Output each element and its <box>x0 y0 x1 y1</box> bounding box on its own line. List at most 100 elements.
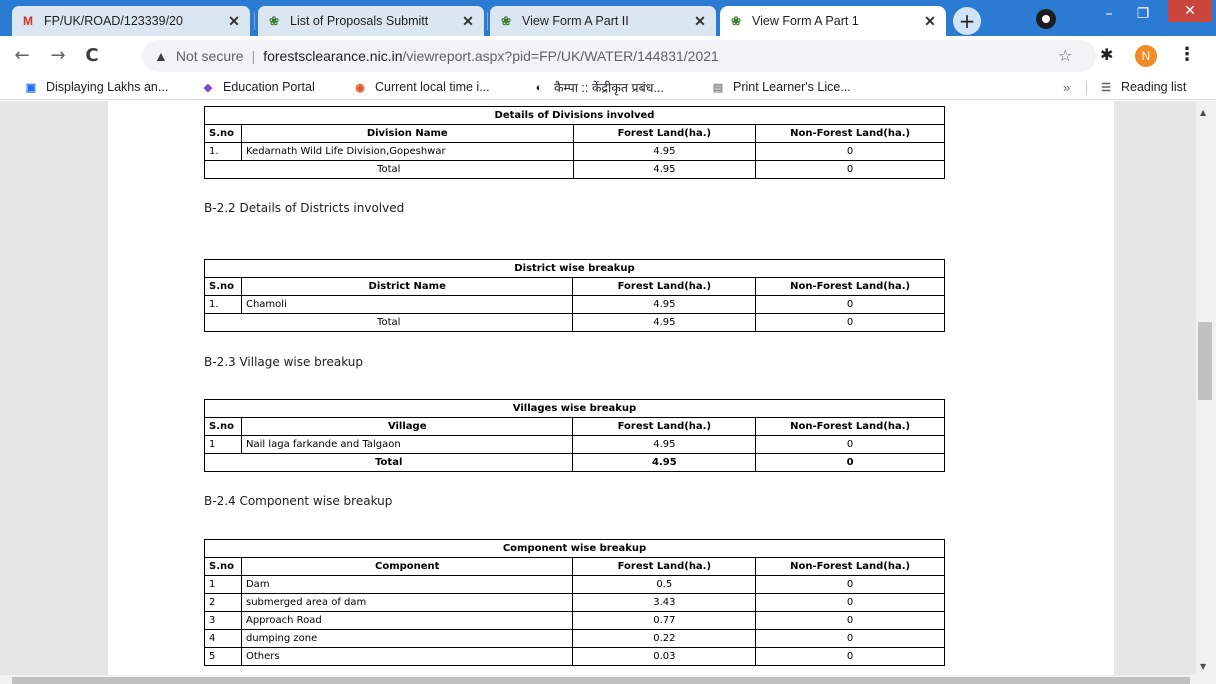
slides-icon: ▣ <box>25 81 37 94</box>
tab-search-icon[interactable] <box>1036 9 1056 29</box>
divisions-table: Details of Divisions involved S.no Divis… <box>204 106 945 179</box>
total-forest-land: 4.95 <box>572 313 757 332</box>
column-header: S.no <box>204 557 242 576</box>
bookmarks-bar: ▣ Displaying Lakhs an... ◆ Education Por… <box>0 76 1216 100</box>
non-forest-land-cell: 0 <box>755 575 945 594</box>
total-label: Total <box>203 313 574 332</box>
sno-cell: 1 <box>204 575 242 594</box>
tab-title: View Form A Part 1 <box>752 14 859 28</box>
column-header: Component <box>240 557 574 576</box>
new-tab-button[interactable]: + <box>953 7 981 35</box>
url-host: forestsclearance.nic.in <box>263 48 403 64</box>
column-header: District Name <box>240 277 574 296</box>
security-label[interactable]: Not secure <box>176 48 244 64</box>
total-row: Total 4.95 0 <box>203 313 945 332</box>
table-caption: Component wise breakup <box>204 539 945 558</box>
bookmark-item[interactable]: ◉ Current local time i... <box>352 79 490 95</box>
table-caption: Villages wise breakup <box>204 399 945 418</box>
column-header: Non-Forest Land(ha.) <box>755 124 945 143</box>
close-icon[interactable]: ✕ <box>460 13 476 30</box>
table-row: 1. Kedarnath Wild Life Division,Gopeshwa… <box>204 142 945 161</box>
total-forest-land: 4.95 <box>572 453 757 472</box>
column-header: Forest Land(ha.) <box>572 417 757 436</box>
forest-icon: ❀ <box>500 14 512 28</box>
tab-proposals[interactable]: ❀ List of Proposals Submitt ✕ <box>258 6 484 36</box>
bookmark-star-icon[interactable]: ☆ <box>1058 46 1072 65</box>
forest-land-cell: 3.43 <box>572 593 757 612</box>
address-bar[interactable]: ▲ Not secure | forestsclearance.nic.in/v… <box>142 40 1096 72</box>
table-caption: District wise breakup <box>204 259 945 278</box>
sno-cell: 4 <box>204 629 242 648</box>
non-forest-land-cell: 0 <box>755 611 945 630</box>
name-cell: Nail laga farkande and Talgaon <box>240 435 574 454</box>
browser-toolbar: ← → C ▲ Not secure | forestsclearance.ni… <box>0 36 1216 76</box>
bookmarks-overflow-icon[interactable]: » <box>1063 80 1070 95</box>
forest-icon: ❀ <box>730 14 742 28</box>
window-close-button[interactable]: ✕ <box>1168 0 1212 22</box>
sno-cell: 3 <box>204 611 242 630</box>
bookmark-label: Current local time i... <box>375 80 490 94</box>
name-cell: dumping zone <box>240 629 574 648</box>
minimize-button[interactable]: – <box>1094 4 1124 24</box>
name-cell: Approach Road <box>240 611 574 630</box>
districts-table: District wise breakup S.no District Name… <box>203 259 945 332</box>
close-icon[interactable]: ✕ <box>922 13 938 30</box>
sno-cell: 1. <box>204 142 242 161</box>
bookmark-label: कैम्पा :: केंद्रीकृत प्रबंध... <box>554 81 664 95</box>
bookmark-item[interactable]: ◆ Education Portal <box>200 79 315 95</box>
reading-list-icon: ☰ <box>1101 81 1111 94</box>
sno-cell: 1 <box>204 435 242 454</box>
education-icon: ◆ <box>203 81 213 94</box>
reload-icon[interactable]: C <box>80 44 104 68</box>
forest-land-cell: 0.77 <box>572 611 757 630</box>
tab-title: FP/UK/ROAD/123339/20 <box>44 14 183 28</box>
forest-land-cell: 4.95 <box>572 295 757 314</box>
license-icon: ▤ <box>712 81 724 94</box>
non-forest-land-cell: 0 <box>755 142 945 161</box>
section-heading: B-2.3 Village wise breakup <box>204 355 363 369</box>
total-non-forest-land: 0 <box>755 160 945 179</box>
non-forest-land-cell: 0 <box>755 647 945 666</box>
scroll-down-arrow-icon[interactable]: ▼ <box>1200 662 1206 671</box>
extensions-puzzle-icon[interactable]: ✱ <box>1100 45 1113 64</box>
forward-arrow-icon[interactable]: → <box>46 44 70 68</box>
forest-land-cell: 4.95 <box>572 142 757 161</box>
table-caption: Details of Divisions involved <box>204 106 945 125</box>
column-header: S.no <box>204 417 242 436</box>
close-icon[interactable]: ✕ <box>226 13 242 30</box>
forest-land-cell: 0.5 <box>572 575 757 594</box>
tab-title: List of Proposals Submitt <box>290 14 429 28</box>
bookmark-item[interactable]: ▣ Displaying Lakhs an... <box>23 79 169 95</box>
warning-icon[interactable]: ▲ <box>154 48 168 64</box>
name-cell: Dam <box>240 575 574 594</box>
name-cell: Chamoli <box>240 295 574 314</box>
column-header: Forest Land(ha.) <box>572 557 757 576</box>
reading-list-label: Reading list <box>1121 80 1187 94</box>
sno-cell: 2 <box>204 593 242 612</box>
total-label: Total <box>204 160 574 179</box>
table-row: 2 submerged area of dam 3.43 0 <box>204 593 945 612</box>
tab-gmail[interactable]: M FP/UK/ROAD/123339/20 ✕ <box>12 6 250 36</box>
forest-icon: ❀ <box>268 14 280 28</box>
horizontal-scroll-thumb[interactable] <box>12 677 1190 684</box>
section-heading: B-2.4 Component wise breakup <box>204 494 393 508</box>
url-path: /viewreport.aspx?pid=FP/UK/WATER/144831/… <box>402 48 719 64</box>
column-header: Forest Land(ha.) <box>572 124 757 143</box>
vertical-scroll-thumb[interactable] <box>1198 322 1212 400</box>
profile-avatar[interactable]: N <box>1135 45 1157 67</box>
bookmark-item[interactable]: ◐ कैम्पा :: केंद्रीकृत प्रबंध... <box>531 79 664 96</box>
tab-form-a-part-ii[interactable]: ❀ View Form A Part II ✕ <box>490 6 716 36</box>
restore-button[interactable]: ❐ <box>1128 4 1158 24</box>
forest-land-cell: 4.95 <box>572 435 757 454</box>
total-label: Total <box>203 453 574 472</box>
tab-form-a-part-1[interactable]: ❀ View Form A Part 1 ✕ <box>720 6 946 36</box>
scroll-up-arrow-icon[interactable]: ▲ <box>1200 108 1206 117</box>
back-arrow-icon[interactable]: ← <box>10 44 34 68</box>
name-cell: Kedarnath Wild Life Division,Gopeshwar <box>240 142 574 161</box>
bookmark-item[interactable]: ▤ Print Learner's Lice... <box>710 79 851 95</box>
close-icon[interactable]: ✕ <box>692 13 708 30</box>
kebab-menu-icon[interactable]: ⋮ <box>1178 44 1196 65</box>
total-row: Total 4.95 0 <box>204 160 945 179</box>
reading-list-button[interactable]: ☰ Reading list <box>1098 79 1186 95</box>
bookmark-label: Displaying Lakhs an... <box>46 80 169 94</box>
